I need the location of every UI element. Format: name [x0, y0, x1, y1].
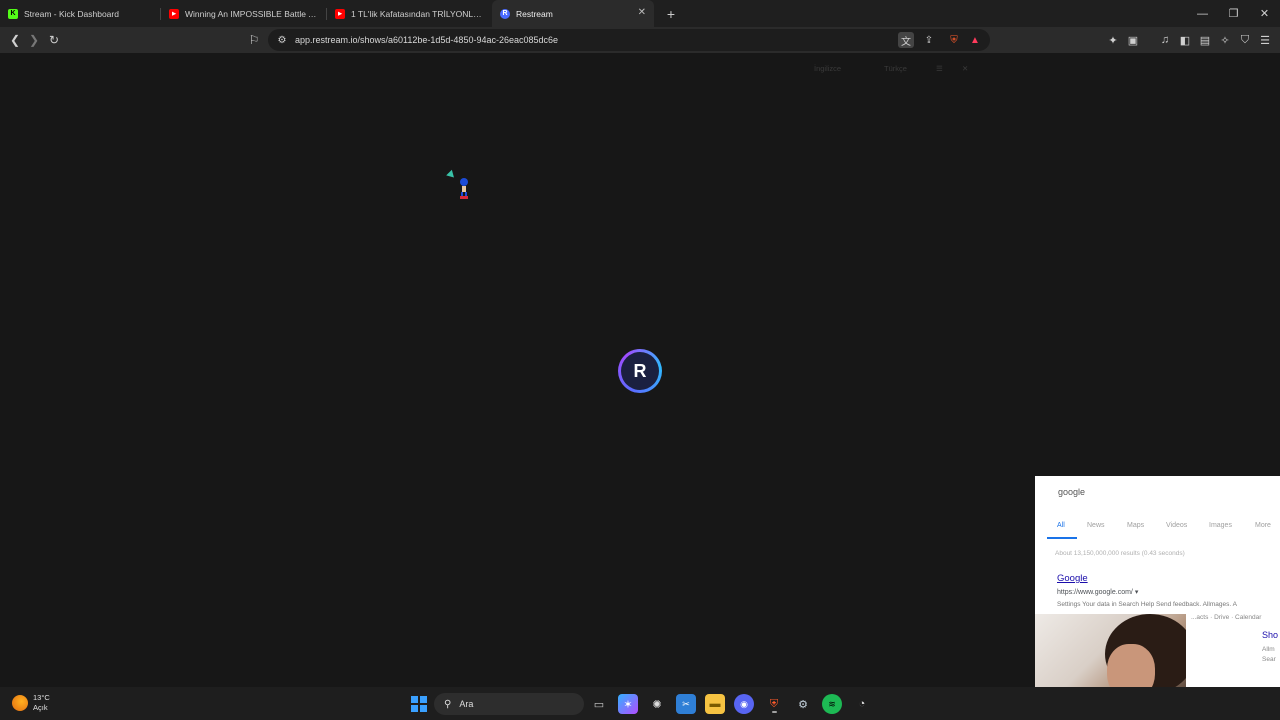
overlay-result-snippet: Settings Your data in Search Help Send f… — [1057, 601, 1237, 608]
overlay-tab: Images — [1209, 522, 1232, 529]
file-explorer-icon[interactable]: ▬ — [705, 694, 725, 714]
address-bar[interactable]: ⚙ app.restream.io/shows/a60112be-1d5d-48… — [268, 29, 990, 51]
logo-letter: R — [621, 352, 659, 390]
site-info-icon[interactable]: ⚙ — [274, 32, 290, 48]
translate-source-lang[interactable]: İngilizce — [814, 64, 841, 73]
translate-menu-icon[interactable]: ☰ — [936, 64, 943, 73]
overlay-tab: News — [1087, 522, 1105, 529]
tab-title: 1 TL'lik Kafatasından TRİLYONLUK MI — [351, 8, 484, 19]
translate-icon[interactable]: 文 — [898, 32, 914, 48]
navigation-bar: ❮ ❯ ↻ ⚐ ⚙ app.restream.io/shows/a60112be… — [0, 27, 1280, 53]
snipping-tool-icon[interactable]: ✂ — [676, 694, 696, 714]
reload-icon[interactable]: ↻ — [45, 31, 63, 49]
steam-icon[interactable]: ⚙ — [793, 694, 813, 714]
overlay-side-text: Allm Sear — [1262, 646, 1276, 663]
taskbar-search-label: Ara — [459, 699, 474, 709]
tab-youtube-1[interactable]: ▶ Winning An IMPOSSIBLE Battle As Sp — [161, 0, 326, 27]
overlay-side-title: Sho — [1262, 630, 1279, 640]
tab-bar: K Stream - Kick Dashboard ▶ Winning An I… — [0, 0, 1280, 27]
weather-widget[interactable]: 13°C Açık — [12, 693, 50, 713]
brave-rewards-icon[interactable]: ▲ — [967, 32, 983, 48]
mouse-cursor — [446, 169, 457, 181]
address-text: app.restream.io/shows/a60112be-1d5d-4850… — [295, 35, 559, 45]
leo-ai-icon[interactable]: ✧ — [1216, 31, 1234, 49]
overlay-result-title: Google — [1057, 573, 1088, 584]
brave-browser-icon[interactable]: ⛨ — [764, 694, 784, 714]
restream-loading-logo: R — [618, 349, 662, 393]
brave-shields-icon[interactable]: ⛨ — [946, 32, 962, 48]
tab-youtube-2[interactable]: ▶ 1 TL'lik Kafatasından TRİLYONLUK MI — [327, 0, 492, 27]
kick-icon: K — [8, 8, 18, 19]
taskbar-search[interactable]: ⚲ Ara — [434, 693, 584, 715]
close-window-icon[interactable]: ✕ — [1249, 7, 1280, 20]
overlay-result-links: ...acts · Drive · Calendar — [1191, 614, 1262, 621]
close-tab-icon[interactable]: ✕ — [638, 7, 646, 18]
search-icon: ⚲ — [444, 698, 452, 710]
forward-icon[interactable]: ❯ — [25, 31, 43, 49]
media-icon[interactable]: ♫ — [1156, 31, 1174, 49]
tab-title: Restream — [516, 8, 553, 19]
translate-target-lang[interactable]: Türkçe — [884, 64, 907, 73]
window-controls: — ❐ ✕ — [1187, 0, 1280, 27]
overlay-tab-underline — [1047, 537, 1077, 539]
tab-title: Winning An IMPOSSIBLE Battle As Sp — [185, 8, 318, 19]
youtube-icon: ▶ — [169, 8, 179, 19]
menu-icon[interactable]: ☰ — [1256, 31, 1274, 49]
weather-icon — [12, 695, 28, 711]
discord-icon[interactable]: ◉ — [734, 694, 754, 714]
restream-icon: R — [500, 8, 510, 19]
new-tab-button[interactable]: + — [664, 6, 678, 22]
sidebar-icon[interactable]: ◧ — [1176, 31, 1194, 49]
youtube-icon: ▶ — [335, 8, 345, 19]
overlay-tab: All — [1057, 522, 1065, 529]
task-view-icon[interactable]: ▭ — [589, 694, 609, 714]
sonic-sprite-icon — [460, 178, 468, 199]
windows-start-icon[interactable] — [409, 694, 429, 714]
overlay-result-url: https://www.google.com/ ▾ — [1057, 589, 1139, 596]
extensions-icon[interactable]: ✦ — [1104, 31, 1122, 49]
tab-kick-dashboard[interactable]: K Stream - Kick Dashboard — [0, 0, 160, 27]
obs-icon[interactable]: ◔ — [852, 694, 872, 714]
steelseries-icon[interactable]: ✺ — [647, 694, 667, 714]
restore-icon[interactable]: ❐ — [1218, 7, 1249, 20]
share-icon[interactable]: ⇪ — [921, 32, 937, 48]
vpn-icon[interactable]: ⛉ — [1236, 31, 1254, 49]
tab-restream[interactable]: R Restream ✕ — [492, 0, 654, 27]
windows-taskbar: 13°C Açık ⚲ Ara ▭ ✶ ✺ ✂ ▬ ◉ ⛨ ⚙ ≋ ◔ — [0, 687, 1280, 720]
active-indicator — [772, 711, 777, 713]
weather-temp: 13°C — [33, 693, 50, 702]
overlay-result-stats: About 13,150,000,000 results (0.43 secon… — [1055, 550, 1185, 557]
spotify-icon[interactable]: ≋ — [822, 694, 842, 714]
weather-desc: Açık — [33, 703, 48, 712]
overlay-tab: More — [1255, 522, 1271, 529]
wallet-icon[interactable]: ▤ — [1196, 31, 1214, 49]
bookmark-icon[interactable]: ⚐ — [245, 31, 263, 49]
overlay-search-query: google — [1058, 487, 1086, 497]
overlay-tab: Maps — [1127, 522, 1145, 529]
copilot-icon[interactable]: ✶ — [618, 694, 638, 714]
translate-bar: İngilizce Türkçe ☰ ✕ — [796, 61, 980, 77]
back-icon[interactable]: ❮ — [6, 31, 24, 49]
translate-close-icon[interactable]: ✕ — [962, 64, 968, 73]
minimize-icon[interactable]: — — [1187, 8, 1218, 20]
tab-title: Stream - Kick Dashboard — [24, 8, 119, 19]
overlay-tab: Videos — [1166, 522, 1188, 529]
screenshot-icon[interactable]: ▣ — [1124, 31, 1142, 49]
